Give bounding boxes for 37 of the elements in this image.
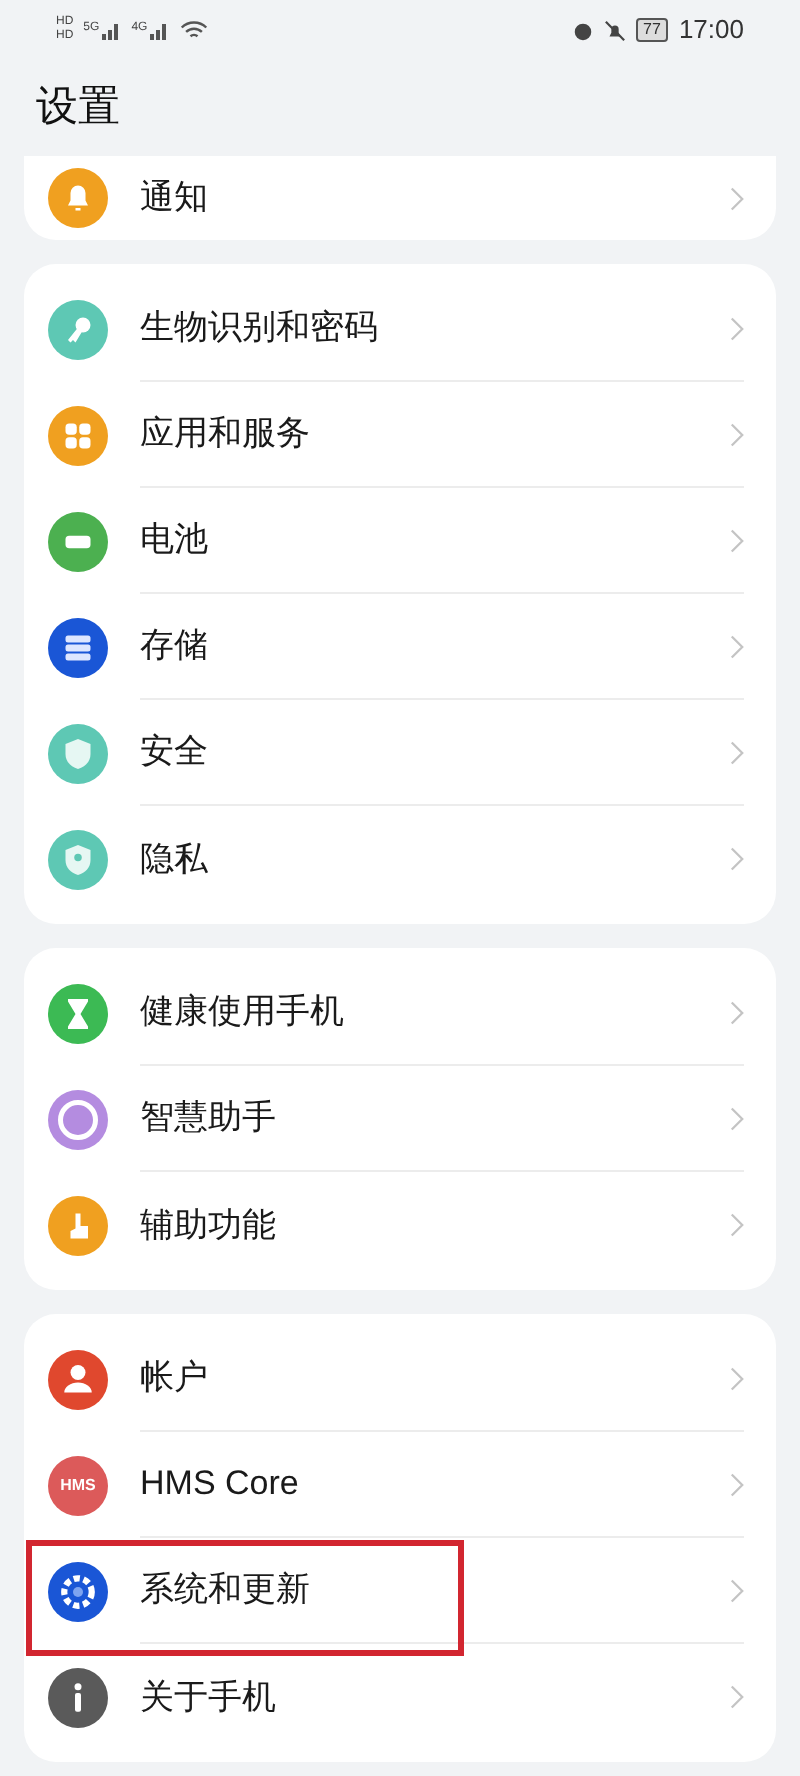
setting-label[interactable]: 应用和服务 xyxy=(140,408,310,460)
chevron-icon xyxy=(730,846,744,872)
wifi-icon xyxy=(179,19,208,41)
setting-label[interactable]: 关于手机 xyxy=(140,1671,276,1723)
muted-bell-icon xyxy=(603,19,626,41)
setting-label[interactable]: 智慧助手 xyxy=(140,1092,276,1144)
setting-label[interactable]: 健康使用手机 xyxy=(140,986,344,1038)
setting-label[interactable]: 安全 xyxy=(140,726,208,778)
chevron-icon xyxy=(730,185,744,211)
chevron-icon xyxy=(730,1471,744,1497)
setting-label[interactable]: 隐私 xyxy=(140,833,208,885)
chevron-icon xyxy=(730,633,744,659)
chevron-icon xyxy=(730,739,744,765)
hms-logo: HMS xyxy=(48,1455,108,1515)
setting-label[interactable]: 生物识别和密码 xyxy=(140,302,378,354)
setting-label[interactable]: 电池 xyxy=(140,514,208,566)
chevron-icon xyxy=(730,1105,744,1131)
chevron-icon xyxy=(730,1212,744,1238)
chevron-icon xyxy=(730,527,744,553)
setting-label[interactable]: 帐户 xyxy=(140,1352,208,1404)
setting-label[interactable]: HMS Core xyxy=(140,1458,299,1510)
page-title: 设置 xyxy=(34,82,122,135)
chevron-icon xyxy=(730,1365,744,1391)
status-time: 17:00 xyxy=(678,12,744,49)
alarm-icon xyxy=(571,19,594,41)
setting-label[interactable]: 存储 xyxy=(140,620,208,672)
signal-icon xyxy=(101,20,122,40)
setting-label[interactable]: 系统和更新 xyxy=(140,1564,310,1616)
chevron-icon xyxy=(730,1684,744,1710)
signal-icon xyxy=(149,20,170,40)
chevron-icon xyxy=(730,315,744,341)
setting-label[interactable]: 通知 xyxy=(140,172,208,224)
chevron-icon xyxy=(730,1577,744,1603)
chevron-icon xyxy=(730,999,744,1025)
chevron-icon xyxy=(730,421,744,447)
battery-indicator: 77 xyxy=(635,18,669,42)
setting-label[interactable]: 辅助功能 xyxy=(140,1199,276,1251)
